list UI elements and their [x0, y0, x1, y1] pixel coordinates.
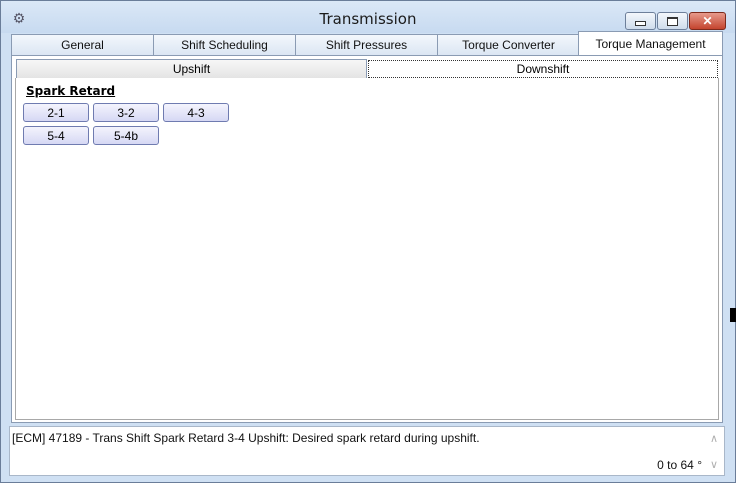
table-button-3-2[interactable]: 3-2	[93, 103, 159, 122]
tab-general[interactable]: General	[11, 34, 154, 55]
tab-torque-management[interactable]: Torque Management	[578, 31, 723, 56]
scroll-down-icon[interactable]: ∨	[708, 458, 720, 471]
edge-marker	[730, 308, 736, 322]
table-button-5-4[interactable]: 5-4	[23, 126, 89, 145]
tab-shift-pressures[interactable]: Shift Pressures	[295, 34, 438, 55]
table-button-4-3[interactable]: 4-3	[163, 103, 229, 122]
tab-shift-scheduling[interactable]: Shift Scheduling	[153, 34, 296, 55]
subtab-content: Spark Retard 2-1 3-2 4-3 5-4 5-4b	[15, 78, 719, 420]
maximize-button[interactable]	[657, 12, 688, 30]
table-button-2-1[interactable]: 2-1	[23, 103, 89, 122]
subtab-strip: Upshift Downshift	[16, 59, 718, 79]
maximize-icon	[667, 16, 678, 26]
title-bar[interactable]: ⚙ Transmission ✕	[1, 1, 735, 33]
subtab-downshift[interactable]: Downshift	[368, 60, 718, 78]
tab-panel: Upshift Downshift Spark Retard 2-1 3-2 4…	[11, 55, 723, 423]
tab-torque-converter[interactable]: Torque Converter	[437, 34, 580, 55]
description-box: [ECM] 47189 - Trans Shift Spark Retard 3…	[9, 426, 725, 476]
close-button[interactable]: ✕	[689, 12, 726, 30]
scroll-up-icon[interactable]: ∧	[708, 432, 720, 445]
section-label: Spark Retard	[26, 84, 116, 98]
subtab-upshift[interactable]: Upshift	[16, 59, 367, 79]
minimize-icon	[635, 20, 646, 26]
status-description: [ECM] 47189 - Trans Shift Spark Retard 3…	[12, 431, 480, 445]
close-icon: ✕	[702, 14, 713, 28]
value-range: 0 to 64 °	[657, 458, 702, 472]
table-button-5-4b[interactable]: 5-4b	[93, 126, 159, 145]
minimize-button[interactable]	[625, 12, 656, 30]
